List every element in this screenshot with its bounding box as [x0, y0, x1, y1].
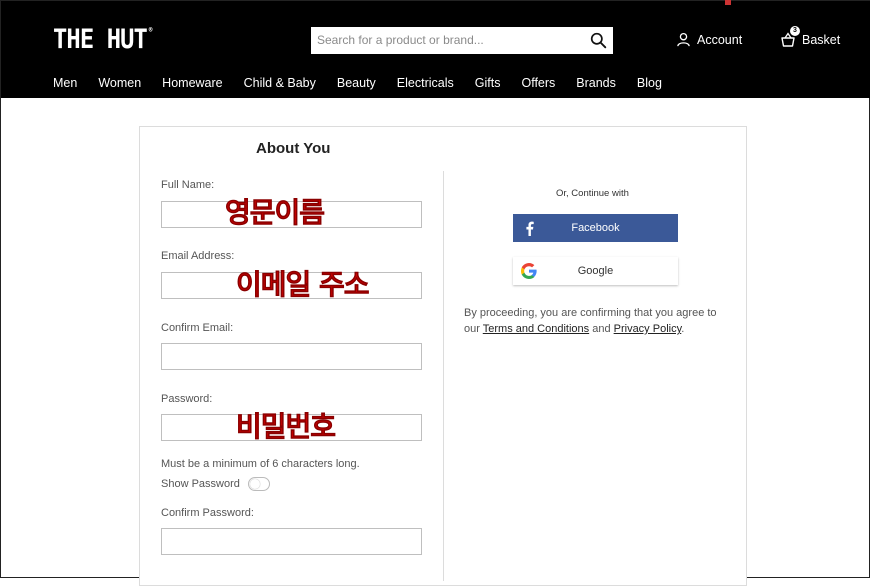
search-icon[interactable]	[590, 32, 607, 49]
site-header: THE HUT® Account 3 Basket Men Women Home…	[1, 0, 870, 98]
nav-item-gifts[interactable]: Gifts	[475, 76, 501, 90]
legal-and: and	[589, 323, 614, 335]
password-field[interactable]	[161, 414, 422, 441]
terms-link[interactable]: Terms and Conditions	[483, 323, 589, 335]
facebook-icon	[513, 221, 545, 236]
main-nav: Men Women Homeware Child & Baby Beauty E…	[53, 76, 683, 90]
nav-item-homeware[interactable]: Homeware	[162, 76, 222, 90]
nav-item-offers[interactable]: Offers	[521, 76, 555, 90]
full-name-field[interactable]	[161, 201, 422, 228]
confirm-password-label: Confirm Password:	[161, 507, 254, 519]
nav-item-electricals[interactable]: Electricals	[397, 76, 454, 90]
google-label: Google	[577, 265, 614, 277]
legal-suffix: .	[681, 323, 685, 335]
basket-label: Basket	[802, 33, 841, 47]
confirm-email-label: Confirm Email:	[161, 322, 234, 334]
basket-link[interactable]: 3 Basket	[780, 26, 841, 48]
basket-count-badge: 3	[790, 26, 800, 36]
email-field[interactable]	[161, 272, 422, 299]
or-continue-text: Or, Continue with	[556, 188, 629, 199]
nav-item-women[interactable]: Women	[98, 76, 141, 90]
nav-item-blog[interactable]: Blog	[637, 76, 662, 90]
flag-icon[interactable]	[725, 0, 731, 5]
nav-item-child-baby[interactable]: Child & Baby	[244, 76, 316, 90]
logo-text: THE HUT	[53, 24, 148, 55]
search-input[interactable]	[311, 27, 587, 52]
confirm-password-field[interactable]	[161, 528, 422, 555]
basket-icon-wrap: 3	[780, 26, 800, 48]
privacy-link[interactable]: Privacy Policy	[614, 323, 682, 335]
google-icon	[513, 263, 545, 279]
registered-mark: ®	[148, 26, 153, 34]
google-button[interactable]: Google	[513, 257, 678, 285]
facebook-label: Facebook	[571, 222, 620, 234]
confirm-email-field[interactable]	[161, 343, 422, 370]
password-label: Password:	[161, 393, 213, 405]
show-password-row: Show Password	[161, 477, 270, 491]
full-name-label: Full Name:	[161, 179, 215, 191]
form-title: About You	[256, 140, 331, 157]
legal-text: By proceeding, you are confirming that y…	[464, 305, 726, 337]
account-label: Account	[697, 32, 743, 47]
show-password-toggle[interactable]	[247, 477, 270, 491]
show-password-label: Show Password	[161, 478, 240, 490]
nav-item-men[interactable]: Men	[53, 76, 77, 90]
nav-item-brands[interactable]: Brands	[576, 76, 616, 90]
site-logo[interactable]: THE HUT ®	[53, 24, 153, 55]
nav-item-beauty[interactable]: Beauty	[337, 76, 376, 90]
user-icon	[677, 32, 690, 47]
column-divider	[443, 171, 444, 581]
facebook-button[interactable]: Facebook	[513, 214, 678, 242]
top-utility-strip	[725, 0, 769, 6]
search-bar	[311, 27, 613, 54]
email-label: Email Address:	[161, 250, 235, 262]
account-link[interactable]: Account	[676, 32, 742, 47]
password-hint: Must be a minimum of 6 characters long.	[161, 458, 360, 470]
